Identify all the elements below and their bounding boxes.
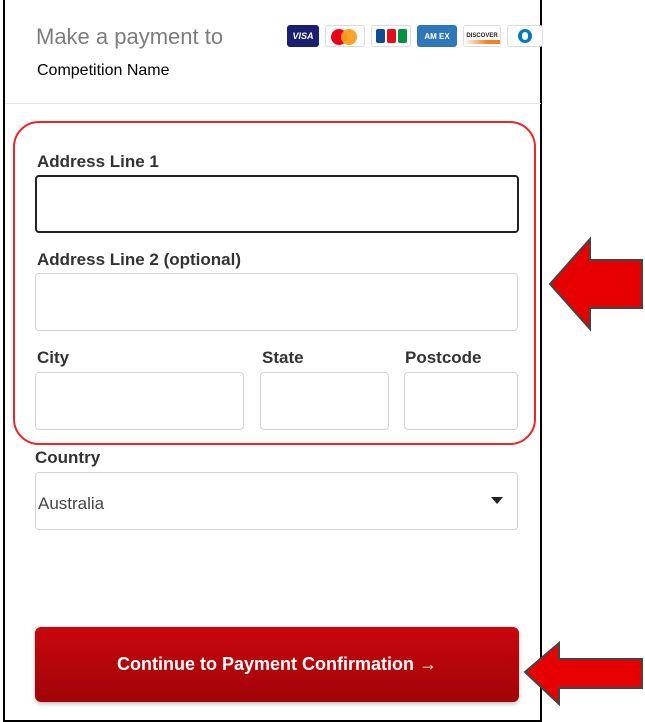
address-line-1-input[interactable]: [35, 175, 519, 233]
header-divider: [5, 103, 541, 104]
jcb-icon: [371, 25, 411, 47]
annotation-arrow-address: [548, 236, 643, 332]
address-line-1-label: Address Line 1: [37, 152, 159, 171]
accepted-cards: VISA AM EX DISCOVER: [287, 25, 543, 47]
city-input[interactable]: [35, 372, 244, 430]
country-label: Country: [35, 448, 101, 467]
postcode-label: Postcode: [405, 348, 482, 367]
state-input[interactable]: [260, 372, 389, 430]
continue-button-label: Continue to Payment Confirmation →: [116, 654, 437, 674]
country-select[interactable]: Australia: [35, 472, 518, 530]
amex-icon: AM EX: [417, 25, 457, 47]
state-label: State: [262, 348, 304, 367]
postcode-input[interactable]: [404, 372, 518, 430]
chevron-down-icon: [491, 497, 503, 504]
discover-icon: DISCOVER: [463, 25, 501, 47]
country-selected-value: Australia: [38, 494, 105, 513]
city-label: City: [37, 348, 70, 367]
make-payment-heading: Make a payment to: [36, 24, 224, 49]
visa-icon: VISA: [287, 25, 319, 47]
competition-name: Competition Name: [37, 62, 170, 79]
diners-icon: [507, 25, 543, 47]
annotation-arrow-button: [523, 640, 643, 707]
address-line-2-label: Address Line 2 (optional): [37, 250, 242, 269]
mastercard-icon: [325, 25, 365, 47]
continue-to-payment-button[interactable]: Continue to Payment Confirmation →: [35, 627, 519, 702]
address-line-2-input[interactable]: [35, 273, 518, 331]
